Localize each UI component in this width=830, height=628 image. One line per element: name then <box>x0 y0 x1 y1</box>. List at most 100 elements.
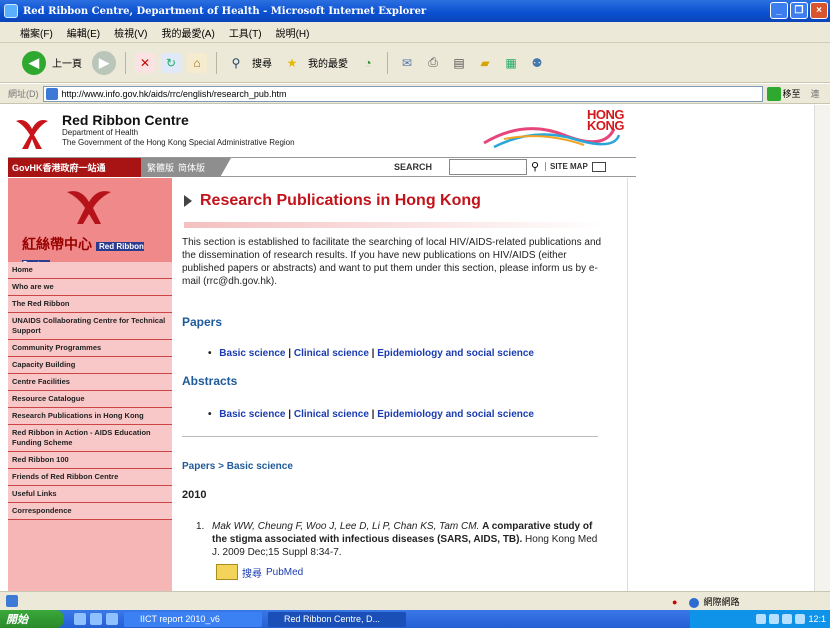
brand-hk-text: HONG KONG <box>587 108 625 133</box>
sidebar-item-facilities[interactable]: Centre Facilities <box>8 374 172 391</box>
go-button[interactable]: 移至 <box>766 86 807 102</box>
links-label[interactable]: 連 <box>811 87 820 100</box>
site-dept: Department of Health <box>62 128 139 137</box>
sidebar-item-correspondence[interactable]: Correspondence <box>8 503 172 520</box>
address-input[interactable]: http://www.info.gov.hk/aids/rrc/english/… <box>42 85 763 102</box>
papers-epidemiology-link[interactable]: Epidemiology and social science <box>377 348 534 359</box>
quick-launch-icon[interactable] <box>74 613 86 625</box>
sidebar-item-community[interactable]: Community Programmes <box>8 340 172 357</box>
internet-zone: 網際網路 <box>689 595 739 608</box>
window-controls: _ ❐ × <box>770 2 828 19</box>
pubmed-link[interactable]: 搜尋 PubMed <box>216 564 303 580</box>
history-icon[interactable]: ◔ <box>358 53 378 73</box>
abstracts-links: • Basic science | Clinical science | Epi… <box>208 409 534 420</box>
vertical-scrollbar[interactable] <box>814 105 830 591</box>
title-arrow-icon <box>184 195 192 207</box>
papers-basic-science-link[interactable]: Basic science <box>219 348 285 359</box>
address-bar: 網址(D) http://www.info.gov.hk/aids/rrc/en… <box>0 84 830 104</box>
taskbar-item-browser[interactable]: Red Ribbon Centre, D... <box>268 611 406 627</box>
tray-icon[interactable] <box>769 614 780 624</box>
favorites-button-label[interactable]: 我的最愛 <box>308 55 348 70</box>
stop-icon[interactable]: ✕ <box>135 52 155 73</box>
title-underline <box>184 222 604 228</box>
quick-launch-icon[interactable] <box>106 613 118 625</box>
abstracts-clinical-science-link[interactable]: Clinical science <box>294 409 369 420</box>
sidebar-item-capacity[interactable]: Capacity Building <box>8 357 172 374</box>
sidebar-item-in-action[interactable]: Red Ribbon in Action - AIDS Education Fu… <box>8 425 172 452</box>
close-button[interactable]: × <box>810 2 828 19</box>
year-heading: 2010 <box>182 489 207 501</box>
research-icon[interactable]: ▦ <box>501 53 521 73</box>
ie-icon <box>4 4 18 18</box>
reference-number: 1. <box>196 521 205 532</box>
sidebar-item-red-ribbon[interactable]: The Red Ribbon <box>8 296 172 313</box>
abstracts-basic-science-link[interactable]: Basic science <box>219 409 285 420</box>
site-search-label: SEARCH <box>394 162 433 172</box>
menu-file[interactable]: 檔案(F) <box>20 25 53 40</box>
maximize-button[interactable]: ❐ <box>790 2 808 19</box>
go-arrow-icon <box>766 86 781 101</box>
papers-heading: Papers <box>182 315 223 329</box>
lang-traditional-link[interactable]: 繁體版 <box>147 161 174 174</box>
papers-clinical-science-link[interactable]: Clinical science <box>294 348 369 359</box>
favorites-star-icon[interactable]: ★ <box>282 53 302 73</box>
sidebar-item-rr100[interactable]: Red Ribbon 100 <box>8 452 172 469</box>
brand-hk-line2: KONG <box>587 118 625 133</box>
mail-icon[interactable] <box>592 162 606 172</box>
sidebar-item-unaids[interactable]: UNAIDS Collaborating Centre for Technica… <box>8 313 172 340</box>
sitemap-link[interactable]: SITE MAP <box>545 162 593 171</box>
start-button[interactable]: 開始 <box>0 610 64 628</box>
globe-icon <box>689 597 700 608</box>
site-brand: Red Ribbon Centre Department of Health T… <box>62 112 295 148</box>
govhk-link[interactable]: GovHK香港政府一站通 <box>8 158 141 177</box>
back-button-label[interactable]: 上一頁 <box>52 55 82 70</box>
menu-help[interactable]: 說明(H) <box>276 25 310 40</box>
refresh-icon[interactable]: ↻ <box>161 52 181 73</box>
menu-tools[interactable]: 工具(T) <box>229 25 262 40</box>
web-page: Red Ribbon Centre Department of Health T… <box>8 105 636 591</box>
address-label: 網址(D) <box>8 89 39 99</box>
separator: | <box>288 409 292 420</box>
red-ribbon-logo[interactable] <box>12 111 52 151</box>
quick-launch-icon[interactable] <box>90 613 102 625</box>
intro-paragraph: This section is established to facilitat… <box>182 237 602 287</box>
folder-icon[interactable]: ▰ <box>475 53 495 73</box>
sidebar-item-useful-links[interactable]: Useful Links <box>8 486 172 503</box>
separator: | <box>288 348 292 359</box>
breadcrumb[interactable]: Papers > Basic science <box>182 461 293 472</box>
papers-links: • Basic science | Clinical science | Epi… <box>208 348 534 359</box>
sidebar-item-home[interactable]: Home <box>8 262 172 279</box>
search-icon[interactable]: ⚲ <box>531 160 539 173</box>
sidebar-item-resource[interactable]: Resource Catalogue <box>8 391 172 408</box>
sidebar-item-friends[interactable]: Friends of Red Ribbon Centre <box>8 469 172 486</box>
print-icon[interactable]: ⎙ <box>423 53 443 73</box>
menu-favorites[interactable]: 我的最愛(A) <box>161 25 214 40</box>
edit-icon[interactable]: ▤ <box>449 53 469 73</box>
back-arrow-icon[interactable]: ◀ <box>22 50 46 75</box>
lang-simplified-link[interactable]: 简体版 <box>178 161 205 174</box>
taskbar-item-report[interactable]: IICT report 2010_v6 <box>124 611 262 627</box>
forward-arrow-icon[interactable]: ▶ <box>92 50 116 75</box>
status-zone: ● 網際網路 <box>672 595 739 608</box>
search-icon[interactable]: ⚲ <box>226 53 246 73</box>
tray-icon[interactable] <box>756 614 767 624</box>
sidebar-logo-chinese: 紅絲帶中心 <box>22 236 92 252</box>
sidebar-item-who-are-we[interactable]: Who are we <box>8 279 172 296</box>
quick-launch <box>74 613 118 625</box>
tray-icon[interactable] <box>782 614 793 624</box>
mail-icon[interactable]: ✉ <box>397 53 417 73</box>
pubmed-prefix: 搜尋 <box>242 568 262 580</box>
menu-view[interactable]: 檢視(V) <box>114 25 147 40</box>
toolbar-separator <box>125 51 126 74</box>
home-icon[interactable]: ⌂ <box>187 52 207 73</box>
search-button-label[interactable]: 搜尋 <box>252 55 272 70</box>
reference-authors: Mak WW, Cheung F, Woo J, Lee D, Li P, Ch… <box>212 521 480 532</box>
sidebar-item-research[interactable]: Research Publications in Hong Kong <box>8 408 172 425</box>
menu-edit[interactable]: 編輯(E) <box>67 25 100 40</box>
messenger-icon[interactable]: ⚉ <box>527 53 547 73</box>
site-search-input[interactable] <box>449 159 527 175</box>
tray-icon[interactable] <box>795 614 806 624</box>
abstracts-epidemiology-link[interactable]: Epidemiology and social science <box>377 409 534 420</box>
minimize-button[interactable]: _ <box>770 2 788 19</box>
clock: 12:1 <box>808 614 826 624</box>
